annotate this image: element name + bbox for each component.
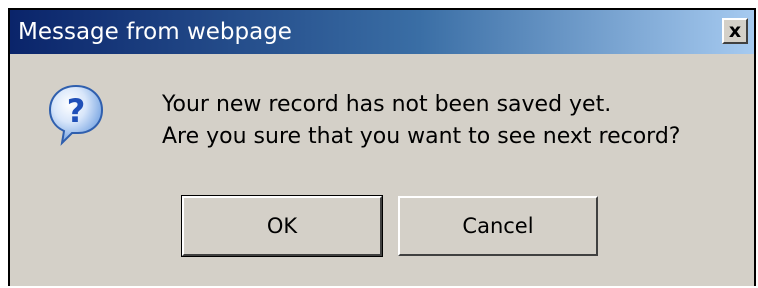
message-text: Your new record has not been saved yet. … — [162, 89, 680, 153]
dialog-title: Message from webpage — [18, 19, 292, 45]
message-line-1: Your new record has not been saved yet. — [162, 92, 612, 117]
title-bar[interactable]: Message from webpage x — [10, 10, 754, 54]
ok-button[interactable]: OK — [181, 195, 383, 257]
close-button[interactable]: x — [722, 18, 748, 44]
message-dialog: Message from webpage x ? Your new record… — [8, 8, 756, 286]
cancel-button-label: Cancel — [462, 214, 534, 238]
message-line-2: Are you sure that you want to see next r… — [162, 124, 681, 149]
ok-button-label: OK — [266, 214, 298, 238]
question-icon: ? — [46, 82, 106, 146]
close-icon: x — [728, 19, 742, 42]
svg-text:?: ? — [67, 92, 86, 130]
cancel-button[interactable]: Cancel — [398, 196, 598, 256]
